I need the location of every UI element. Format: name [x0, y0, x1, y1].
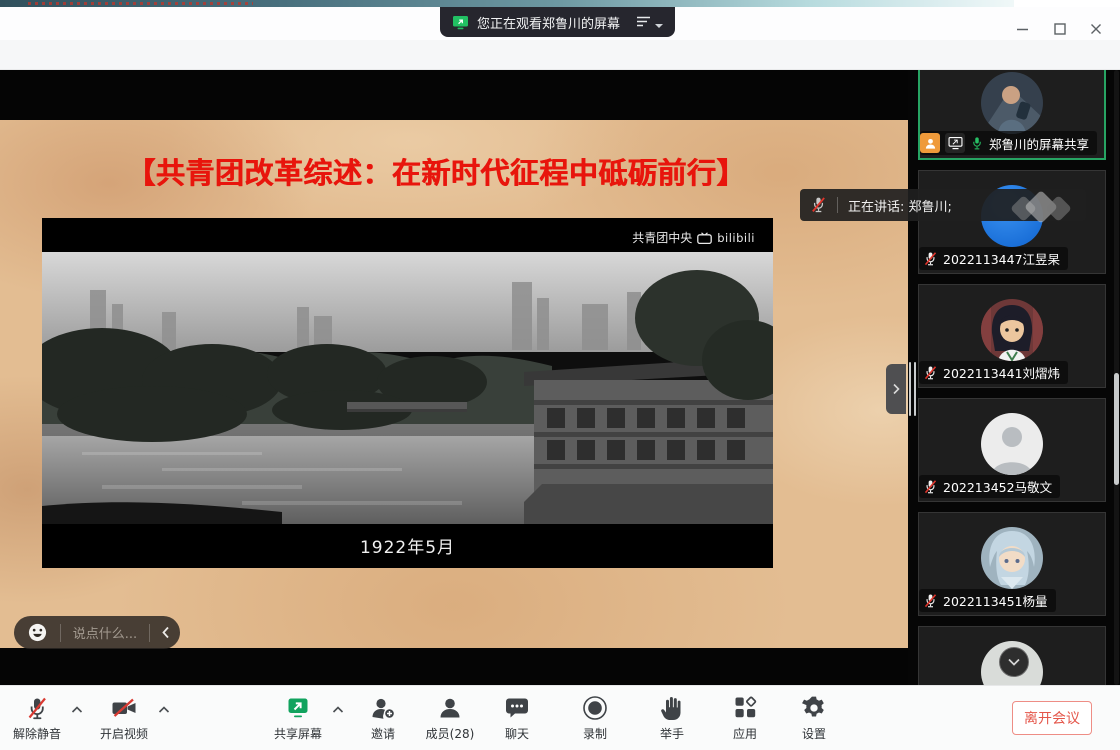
sidebar-collapse-handle[interactable]	[886, 364, 906, 414]
apps-icon	[733, 694, 758, 721]
shared-screen-stage: 【共青团改革综述：在新时代征程中砥砺前行】 共青团中央 bilibili	[0, 70, 908, 685]
watching-banner[interactable]: 您正在观看郑鲁川的屏幕	[440, 7, 675, 37]
sidebar-scrollbar-thumb[interactable]	[1114, 373, 1119, 485]
mic-options-caret[interactable]	[70, 704, 84, 714]
emoji-icon[interactable]	[14, 622, 60, 643]
banner-menu-icon[interactable]	[636, 16, 663, 28]
titlebar: 您正在观看郑鲁川的屏幕	[0, 7, 1120, 40]
host-badge-icon	[920, 133, 940, 153]
members-icon	[437, 694, 463, 721]
meeting-window: 您正在观看郑鲁川的屏幕	[0, 0, 1120, 750]
participant-name: 2022113447江昱杲	[943, 249, 1060, 268]
quick-chat-bar[interactable]: 说点什么...	[14, 616, 180, 649]
sidebar-drag-grip[interactable]	[909, 362, 911, 416]
mic-muted-icon	[24, 694, 50, 721]
unmute-label: 解除静音	[13, 725, 61, 742]
avatar	[981, 527, 1043, 589]
avatar	[981, 72, 1043, 134]
banner-text: 您正在观看郑鲁川的屏幕	[477, 13, 620, 32]
chat-button[interactable]: 聊天	[485, 694, 549, 742]
unmute-button[interactable]: 解除静音	[5, 694, 69, 742]
share-screen-icon	[285, 694, 311, 721]
participant-name: 202213452马敬文	[943, 477, 1052, 496]
chat-bubble-icon	[504, 694, 530, 721]
participant-tile-screen-share[interactable]: 郑鲁川的屏幕共享	[918, 70, 1106, 160]
apps-button[interactable]: 应用	[713, 694, 777, 742]
video-watermark: 共青团中央 bilibili	[632, 229, 755, 246]
participant-label: 2022113451杨量	[919, 589, 1056, 612]
mic-muted-icon	[810, 196, 827, 214]
bilibili-tv-icon	[697, 232, 712, 244]
record-icon	[582, 694, 608, 721]
record-button[interactable]: 录制	[563, 694, 627, 742]
members-button[interactable]: 成员(28)	[418, 694, 482, 742]
mic-muted-icon	[923, 593, 938, 609]
participant-name: 郑鲁川的屏幕共享	[989, 134, 1089, 153]
minimize-button[interactable]	[1008, 17, 1036, 41]
raise-hand-button[interactable]: 举手	[640, 694, 704, 742]
participant-label: 郑鲁川的屏幕共享	[920, 131, 1097, 155]
settings-button[interactable]: 设置	[782, 694, 846, 742]
status-bar: 32:08 演讲者视图	[0, 40, 1120, 70]
screen-share-badge-icon	[945, 133, 965, 153]
bw-river-scene	[42, 252, 773, 524]
participant-name: 2022113441刘熠炜	[943, 363, 1060, 382]
mic-muted-icon	[923, 251, 938, 267]
camera-off-icon	[110, 694, 138, 721]
divider	[837, 197, 838, 213]
slide-title: 【共青团改革综述：在新时代征程中砥砺前行】	[0, 150, 908, 192]
participant-label: 2022113447江昱杲	[919, 247, 1068, 270]
members-label: 成员(28)	[426, 725, 475, 742]
chat-input[interactable]: 说点什么...	[61, 623, 149, 642]
video-frame: 共青团中央 bilibili	[42, 218, 773, 568]
chat-label: 聊天	[505, 725, 529, 742]
avatar	[981, 413, 1043, 475]
speaking-toast-text: 正在讲话: 郑鲁川;	[848, 196, 952, 215]
chevron-right-icon	[892, 383, 900, 395]
share-screen-button[interactable]: 共享屏幕	[266, 694, 330, 742]
participant-label: 2022113441刘熠炜	[919, 361, 1068, 384]
invite-icon	[370, 694, 397, 721]
participant-tile[interactable]: 2022113441刘熠炜	[918, 284, 1106, 388]
share-options-caret[interactable]	[331, 704, 345, 714]
presentation-slide: 【共青团改革综述：在新时代征程中砥砺前行】 共青团中央 bilibili	[0, 120, 908, 648]
banner-share-icon	[452, 15, 469, 30]
close-button[interactable]	[1082, 17, 1110, 41]
leave-meeting-button[interactable]: 离开会议	[1012, 701, 1092, 735]
apps-label: 应用	[733, 725, 757, 742]
watermark-text: 共青团中央	[632, 229, 692, 246]
raise-hand-icon	[660, 694, 684, 721]
settings-label: 设置	[802, 725, 826, 742]
mic-live-icon	[970, 136, 984, 151]
watermark-diamonds	[1012, 191, 1076, 227]
participant-label: 202213452马敬文	[919, 475, 1060, 498]
mic-muted-icon	[923, 479, 938, 495]
bottom-toolbar: 解除静音 开启视频	[0, 685, 1120, 750]
share-screen-label: 共享屏幕	[274, 725, 322, 742]
invite-label: 邀请	[371, 725, 395, 742]
scroll-down-button[interactable]	[999, 647, 1029, 677]
raise-hand-label: 举手	[660, 725, 684, 742]
start-video-button[interactable]: 开启视频	[92, 694, 156, 742]
sidebar-drag-grip[interactable]	[914, 362, 916, 416]
video-options-caret[interactable]	[157, 704, 171, 714]
participant-name: 2022113451杨量	[943, 591, 1048, 610]
avatar	[981, 299, 1043, 361]
participant-tile[interactable]: 202213452马敬文	[918, 398, 1106, 502]
maximize-button[interactable]	[1046, 17, 1074, 41]
participants-sidebar: 郑鲁川的屏幕共享 2022113447江昱杲	[908, 70, 1120, 685]
mic-muted-icon	[923, 365, 938, 381]
start-video-label: 开启视频	[100, 725, 148, 742]
invite-button[interactable]: 邀请	[351, 694, 415, 742]
chevron-left-icon[interactable]	[150, 626, 180, 639]
gear-icon	[801, 694, 827, 721]
watermark-brand: bilibili	[717, 231, 755, 245]
desktop-edge-text	[28, 2, 253, 5]
video-caption: 1922年5月	[42, 533, 773, 558]
participant-tile[interactable]: 2022113451杨量	[918, 512, 1106, 616]
record-label: 录制	[583, 725, 607, 742]
